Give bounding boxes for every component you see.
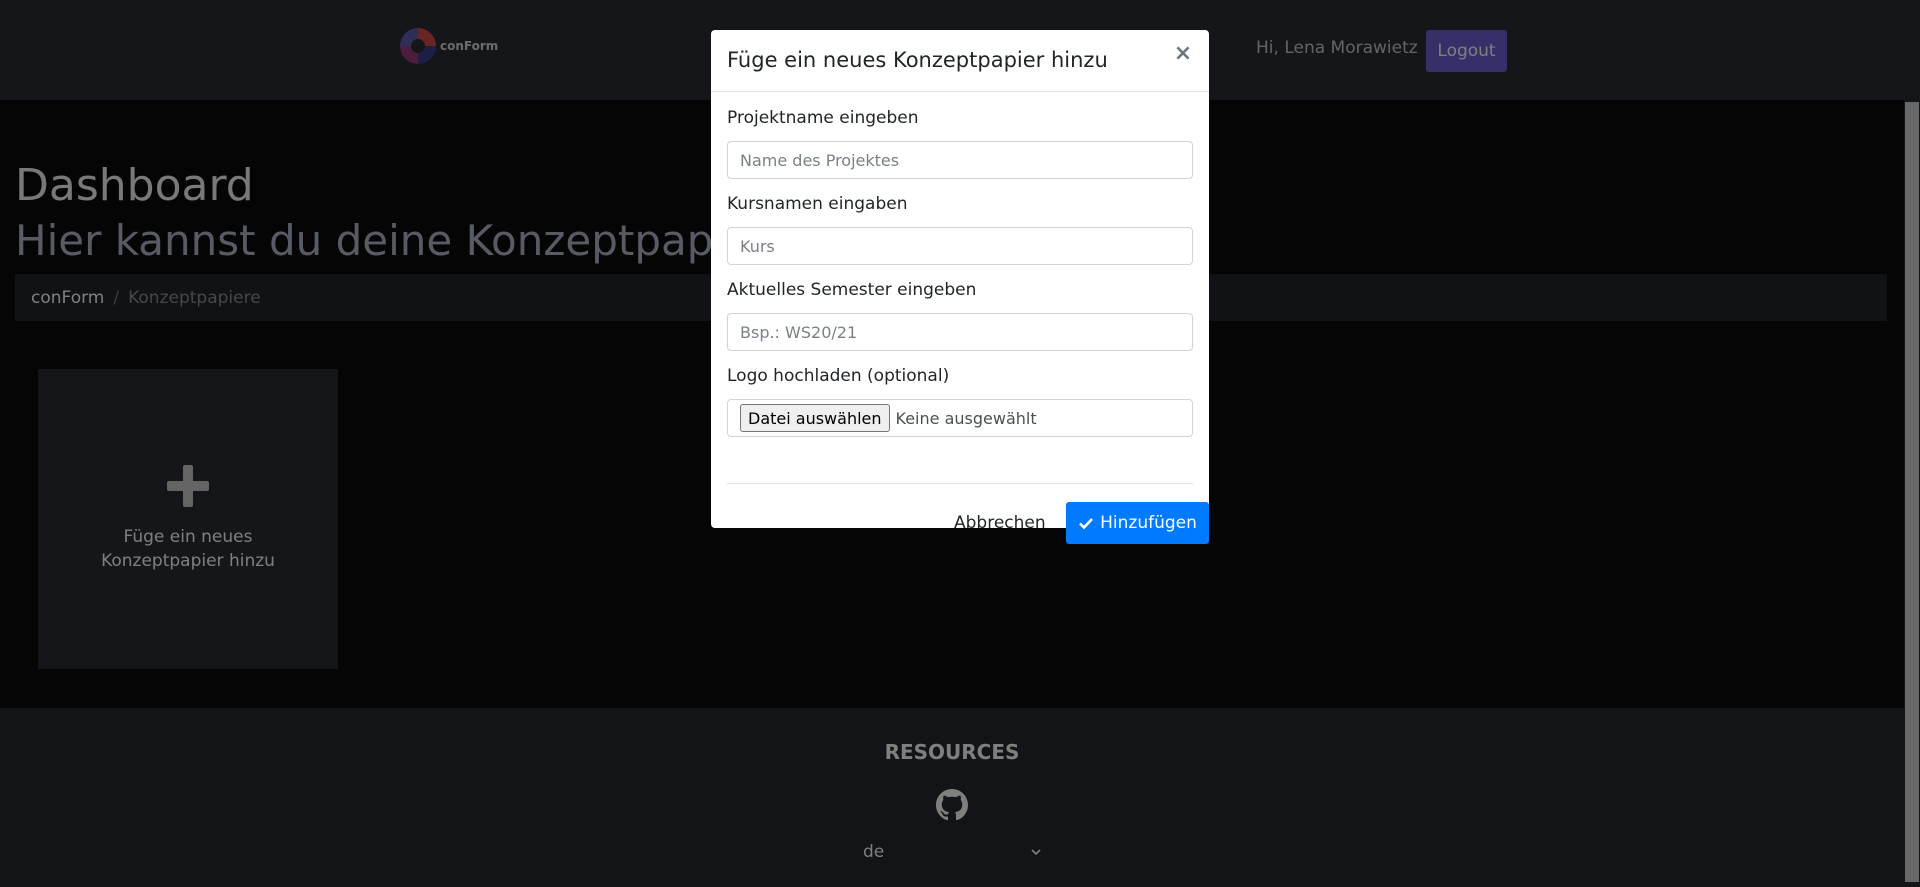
logo-upload-label: Logo hochladen (optional) (727, 366, 950, 386)
file-status: Keine ausgewählt (895, 408, 1037, 428)
course-name-label: Kursnamen eingaben (727, 194, 908, 214)
course-name-input[interactable] (727, 227, 1193, 265)
project-name-label: Projektname eingeben (727, 108, 919, 128)
cancel-button[interactable]: Abbrechen (950, 502, 1050, 544)
logo-file-input[interactable]: Datei auswählen Keine ausgewählt (727, 399, 1193, 437)
semester-input[interactable] (727, 313, 1193, 351)
add-concept-modal: Füge ein neues Konzeptpapier hinzu × Pro… (711, 30, 1209, 544)
semester-label: Aktuelles Semester eingeben (727, 280, 977, 300)
choose-file-button[interactable]: Datei auswählen (740, 404, 890, 432)
modal-divider (727, 483, 1193, 484)
modal-title: Füge ein neues Konzeptpapier hinzu (727, 48, 1108, 72)
add-button[interactable]: Hinzufügen (1066, 502, 1209, 544)
close-icon[interactable]: × (1173, 43, 1193, 65)
add-button-label: Hinzufügen (1100, 513, 1197, 533)
check-icon (1079, 518, 1094, 530)
modal-header: Füge ein neues Konzeptpapier hinzu × (711, 30, 1209, 92)
project-name-input[interactable] (727, 141, 1193, 179)
